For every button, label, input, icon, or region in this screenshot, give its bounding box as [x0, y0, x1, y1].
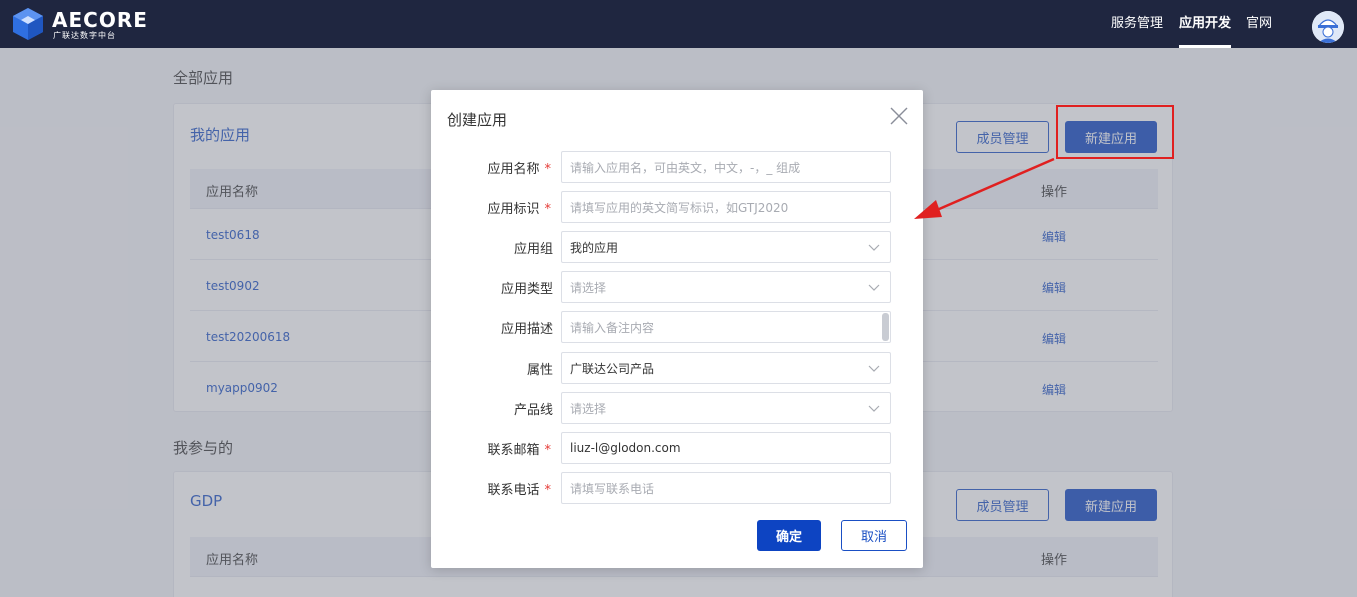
chevron-down-icon	[868, 244, 880, 251]
product-line-select[interactable]: 请选择	[561, 392, 891, 424]
avatar[interactable]	[1312, 11, 1344, 43]
cancel-button[interactable]: 取消	[841, 520, 907, 551]
required-asterisk-icon: *	[544, 443, 552, 458]
close-icon[interactable]	[889, 106, 909, 126]
label-app-description: 应用描述	[500, 322, 553, 337]
logo-cube-icon	[13, 8, 43, 40]
attribute-select[interactable]: 广联达公司产品	[561, 352, 891, 384]
annotation-arrow-icon	[914, 157, 1055, 219]
contact-email-input[interactable]: liuz-l@glodon.com	[561, 432, 891, 464]
label-app-identifier: 应用标识 *	[487, 202, 552, 217]
required-asterisk-icon: *	[544, 162, 552, 177]
confirm-button[interactable]: 确定	[757, 520, 821, 551]
chevron-down-icon	[868, 405, 880, 412]
nav-official-site[interactable]: 官网	[1246, 0, 1272, 48]
textarea-scrollbar[interactable]	[882, 313, 889, 341]
required-asterisk-icon: *	[544, 483, 552, 498]
app-type-select[interactable]: 请选择	[561, 271, 891, 303]
nav-service-management[interactable]: 服务管理	[1111, 0, 1163, 48]
logo-text: AECORE	[52, 8, 148, 32]
app-description-textarea[interactable]: 请输入备注内容	[561, 311, 891, 343]
dialog-title: 创建应用	[447, 111, 508, 129]
label-app-type: 应用类型	[500, 282, 553, 297]
label-attribute: 属性	[526, 363, 553, 378]
nav-app-development[interactable]: 应用开发	[1179, 0, 1232, 48]
logo-subtitle: 广联达数字中台	[53, 31, 116, 40]
contact-phone-input[interactable]: 请填写联系电话	[561, 472, 891, 504]
label-product-line: 产品线	[513, 403, 553, 418]
create-app-dialog: 创建应用 应用名称 * 请输入应用名，可由英文，中文，-，_ 组成 应用标识 * 请…	[431, 90, 923, 568]
top-navigation-bar: AECORE 广联达数字中台 服务管理 应用开发 官网	[0, 0, 1357, 48]
label-app-group: 应用组	[513, 242, 553, 257]
app-identifier-input[interactable]: 请填写应用的英文简写标识，如GTJ2020	[561, 191, 891, 223]
label-contact-email: 联系邮箱 *	[487, 443, 552, 458]
chevron-down-icon	[868, 284, 880, 291]
label-app-name: 应用名称 *	[487, 162, 552, 177]
chevron-down-icon	[868, 365, 880, 372]
required-asterisk-icon: *	[544, 202, 552, 217]
app-group-select[interactable]: 我的应用	[561, 231, 891, 263]
label-contact-phone: 联系电话 *	[487, 483, 552, 498]
avatar-icon	[1312, 11, 1344, 43]
annotation-highlight-box	[1056, 105, 1174, 159]
app-name-input[interactable]: 请输入应用名，可由英文，中文，-，_ 组成	[561, 151, 891, 183]
